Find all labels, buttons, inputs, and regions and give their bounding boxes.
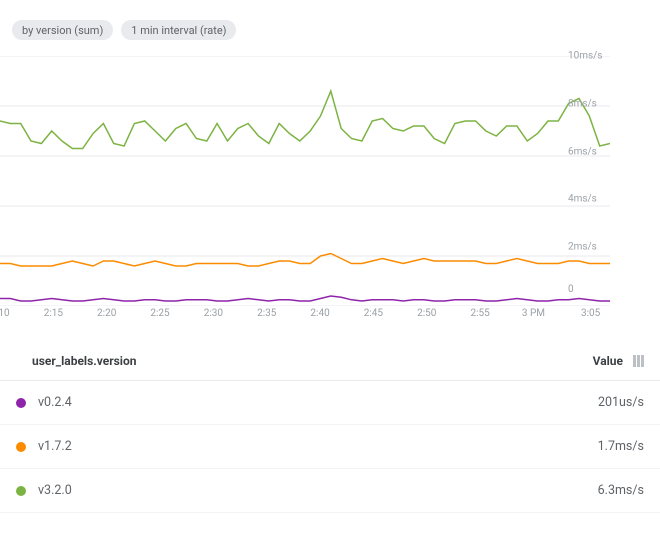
aggregation-chip[interactable]: by version (sum) [12, 20, 113, 40]
x-tick: 2:10 [0, 308, 10, 326]
legend-table: user_labels.version Value v0.2.4201us/sv… [0, 342, 660, 513]
series-value: 6.3ms/s [598, 483, 644, 498]
legend-row[interactable]: v1.7.21.7ms/s [0, 425, 660, 469]
series-line [0, 91, 610, 149]
y-tick: 6ms/s [568, 146, 610, 157]
series-color-dot [16, 442, 26, 452]
x-tick: 2:50 [417, 308, 436, 326]
columns-icon[interactable] [633, 355, 644, 367]
y-tick: 2ms/s [568, 242, 610, 253]
series-name: v3.2.0 [38, 483, 598, 498]
filter-bar: by version (sum) 1 min interval (rate) [0, 0, 660, 50]
y-tick: 4ms/s [568, 194, 610, 205]
x-tick: 2:20 [97, 308, 116, 326]
chart-area[interactable]: 10ms/s8ms/s6ms/s4ms/s2ms/s0 2:102:152:20… [0, 56, 610, 326]
x-tick: 2:15 [44, 308, 63, 326]
legend-header-label: user_labels.version [32, 354, 136, 368]
y-axis: 10ms/s8ms/s6ms/s4ms/s2ms/s0 [562, 56, 610, 306]
x-tick: 3:05 [581, 308, 600, 326]
legend-row[interactable]: v3.2.06.3ms/s [0, 469, 660, 513]
series-color-dot [16, 486, 26, 496]
x-tick: 2:40 [310, 308, 329, 326]
x-tick: 2:55 [470, 308, 489, 326]
interval-chip[interactable]: 1 min interval (rate) [121, 20, 236, 40]
series-value: 201us/s [598, 395, 644, 410]
x-tick: 2:45 [364, 308, 383, 326]
chart-container: 10ms/s8ms/s6ms/s4ms/s2ms/s0 2:102:152:20… [0, 56, 660, 326]
series-name: v1.7.2 [38, 439, 598, 454]
plot-svg [0, 56, 610, 306]
legend-row[interactable]: v0.2.4201us/s [0, 381, 660, 425]
x-tick: 2:35 [257, 308, 276, 326]
y-tick: 8ms/s [568, 98, 610, 109]
x-tick: 3 PM [522, 308, 545, 326]
series-name: v0.2.4 [38, 395, 598, 410]
x-axis: 2:10 2:15 2:20 2:25 2:30 2:35 2:40 2:45 2:50 2:55… [0, 308, 610, 326]
series-value: 1.7ms/s [598, 439, 644, 454]
series-line [0, 254, 610, 267]
x-tick: 2:25 [150, 308, 169, 326]
series-line [0, 296, 610, 301]
y-tick: 10ms/s [568, 51, 610, 62]
x-tick: 2:30 [204, 308, 223, 326]
series-color-dot [16, 398, 26, 408]
legend-header: user_labels.version Value [0, 342, 660, 381]
legend-value-header: Value [593, 354, 623, 368]
y-tick: 0 [568, 284, 610, 295]
